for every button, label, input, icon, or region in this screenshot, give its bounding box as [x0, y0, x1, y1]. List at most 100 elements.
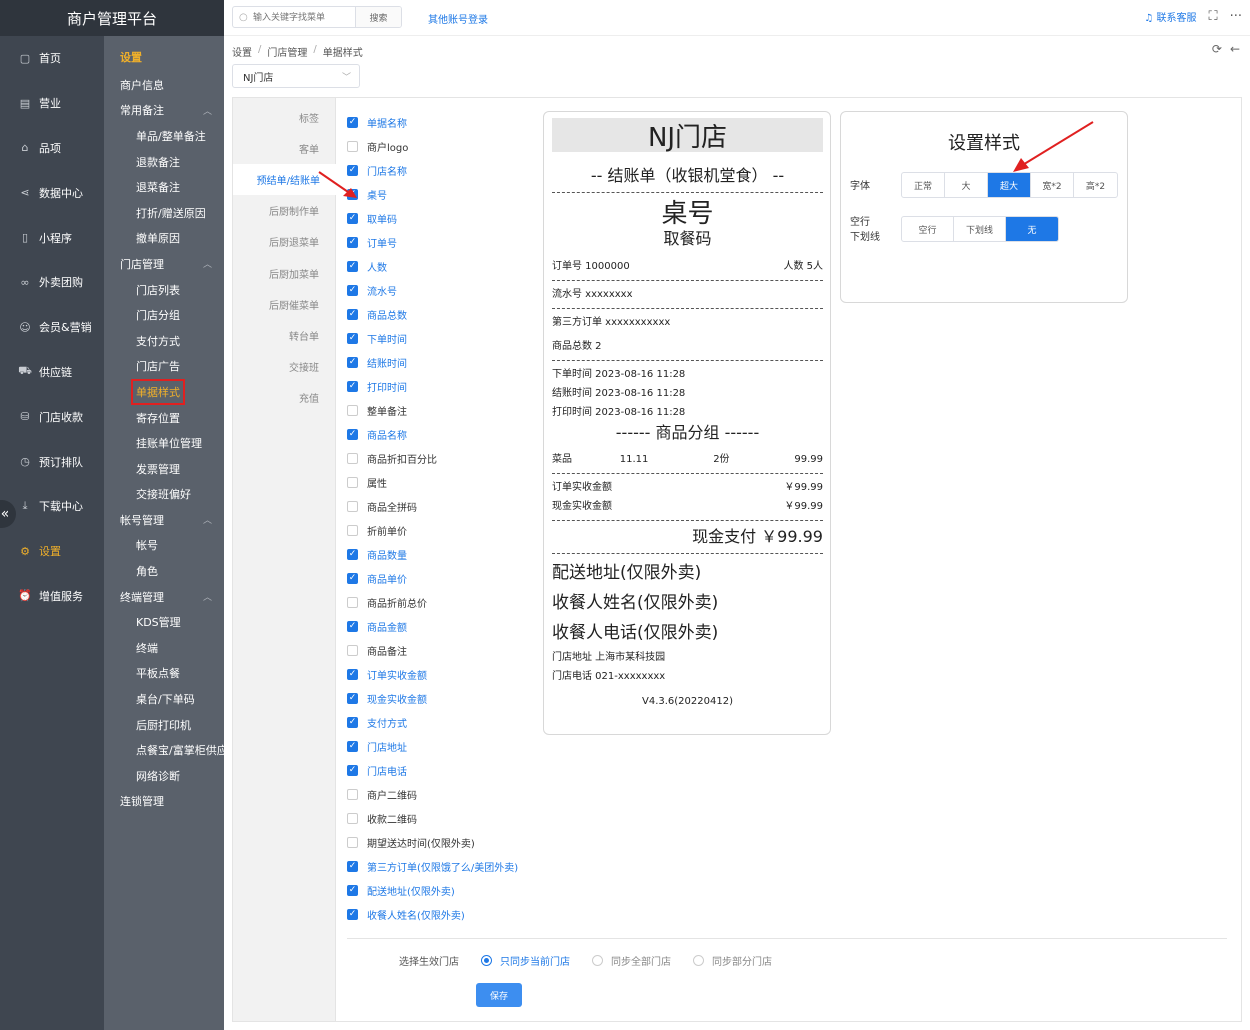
subnav-item-3[interactable]: 单品/整单备注 [104, 123, 224, 149]
style-settings-font-options-1[interactable]: 正常 [902, 173, 945, 197]
subnav-item-29[interactable]: 连锁管理 [104, 789, 224, 815]
field-checkbox-26[interactable]: ✓ 支付方式 [347, 710, 547, 734]
subnav-item-15[interactable]: 挂账单位管理 [104, 430, 224, 456]
subnav-item-19[interactable]: 帐号 [104, 533, 224, 559]
field-checkbox-24[interactable]: ✓ 订单实收金额 [347, 662, 547, 686]
nav-item-6[interactable]: ∞ 外卖团购 [0, 260, 104, 305]
refresh-icon[interactable]: ⟳ [1212, 42, 1222, 56]
nav-item-1[interactable]: ▢ 首页 [0, 36, 104, 81]
nav-item-7[interactable]: ☺ 会员&营销 [0, 305, 104, 350]
field-checkbox-21[interactable]: 商品折前总价 [347, 590, 547, 614]
nav-item-12[interactable]: ⚙ 设置 [0, 529, 104, 574]
field-checkbox-6[interactable]: ✓ 订单号 [347, 230, 547, 254]
style-settings-font-options-5[interactable]: 高*2 [1074, 173, 1117, 197]
subnav-item-11[interactable]: 支付方式 [104, 328, 224, 354]
nav-item-9[interactable]: ⛁ 门店收款 [0, 394, 104, 439]
field-checkbox-31[interactable]: 期望送达时间(仅限外卖) [347, 830, 547, 854]
subnav-item-8[interactable]: 门店管理 ︿ [104, 251, 224, 277]
sync-option-1[interactable]: 只同步当前门店 [481, 953, 570, 968]
field-checkbox-17[interactable]: 商品全拼码 [347, 494, 547, 518]
subnav-item-22[interactable]: KDS管理 [104, 609, 224, 635]
more-icon[interactable]: ··· [1230, 9, 1242, 24]
ticket-tab-7[interactable]: 后厨催菜单 [233, 289, 335, 320]
field-checkbox-23[interactable]: 商品备注 [347, 638, 547, 662]
field-checkbox-11[interactable]: ✓ 结账时间 [347, 350, 547, 374]
nav-item-5[interactable]: ▯ 小程序 [0, 215, 104, 260]
store-select[interactable]: NJ门店 ﹀ [232, 64, 360, 88]
nav-item-4[interactable]: ⋖ 数据中心 [0, 170, 104, 215]
subnav-item-20[interactable]: 角色 [104, 558, 224, 584]
nav-item-10[interactable]: ◷ 预订排队 [0, 439, 104, 484]
nav-item-2[interactable]: ▤ 营业 [0, 81, 104, 126]
field-checkbox-30[interactable]: 收款二维码 [347, 806, 547, 830]
ticket-tab-1[interactable]: 标签 [233, 102, 335, 133]
subnav-item-1[interactable]: 商户信息 [104, 72, 224, 98]
search-button[interactable]: 搜索 [355, 7, 401, 27]
ticket-tab-6[interactable]: 后厨加菜单 [233, 257, 335, 288]
save-button[interactable]: 保存 [476, 983, 522, 1007]
other-account-login-link[interactable]: 其他账号登录 [428, 11, 488, 26]
field-checkbox-14[interactable]: ✓ 商品名称 [347, 422, 547, 446]
fullscreen-icon[interactable]: ⛶ [1208, 9, 1217, 24]
ticket-tab-8[interactable]: 转台单 [233, 320, 335, 351]
style-settings-font-options-2[interactable]: 大 [945, 173, 988, 197]
field-checkbox-32[interactable]: ✓ 第三方订单(仅限饿了么/美团外卖) [347, 854, 547, 878]
subnav-item-18[interactable]: 帐号管理 ︿ [104, 507, 224, 533]
subnav-item-9[interactable]: 门店列表 [104, 277, 224, 303]
nav-item-3[interactable]: ⌂ 品项 [0, 126, 104, 171]
sync-option-2[interactable]: 同步全部门店 [592, 953, 671, 968]
field-checkbox-28[interactable]: ✓ 门店电话 [347, 758, 547, 782]
sync-option-3[interactable]: 同步部分门店 [693, 953, 772, 968]
subnav-item-23[interactable]: 终端 [104, 635, 224, 661]
field-checkbox-34[interactable]: ✓ 收餐人姓名(仅限外卖) [347, 902, 547, 926]
contact-service-link[interactable]: ♫ 联系客服 [1144, 9, 1196, 24]
field-checkbox-3[interactable]: ✓ 门店名称 [347, 158, 547, 182]
field-checkbox-1[interactable]: ✓ 单据名称 [347, 110, 547, 134]
field-checkbox-29[interactable]: 商户二维码 [347, 782, 547, 806]
search-input[interactable] [253, 12, 355, 22]
subnav-item-27[interactable]: 点餐宝/富掌柜供应 [104, 737, 224, 763]
field-checkbox-20[interactable]: ✓ 商品单价 [347, 566, 547, 590]
ticket-tab-9[interactable]: 交接班 [233, 351, 335, 382]
subnav-item-21[interactable]: 终端管理 ︿ [104, 584, 224, 610]
style-settings-blank-options-3[interactable]: 无 [1006, 217, 1058, 241]
nav-item-13[interactable]: ⏰ 增值服务 [0, 574, 104, 619]
subnav-item-13[interactable]: 单据样式 [104, 378, 224, 405]
subnav-item-28[interactable]: 网络诊断 [104, 763, 224, 789]
ticket-tab-3[interactable]: 预结单/结账单 [233, 164, 336, 196]
field-checkbox-7[interactable]: ✓ 人数 [347, 254, 547, 278]
field-checkbox-16[interactable]: 属性 [347, 470, 547, 494]
back-arrow-icon[interactable]: ← [1230, 42, 1240, 56]
subnav-item-26[interactable]: 后厨打印机 [104, 712, 224, 738]
field-checkbox-15[interactable]: 商品折扣百分比 [347, 446, 547, 470]
field-checkbox-2[interactable]: 商户logo [347, 134, 547, 158]
field-checkbox-22[interactable]: ✓ 商品金额 [347, 614, 547, 638]
field-checkbox-10[interactable]: ✓ 下单时间 [347, 326, 547, 350]
field-checkbox-25[interactable]: ✓ 现金实收金额 [347, 686, 547, 710]
subnav-item-6[interactable]: 打折/赠送原因 [104, 200, 224, 226]
ticket-tab-10[interactable]: 充值 [233, 382, 335, 413]
subnav-item-2[interactable]: 常用备注 ︿ [104, 98, 224, 124]
subnav-item-25[interactable]: 桌台/下单码 [104, 686, 224, 712]
field-checkbox-4[interactable]: ✓ 桌号 [347, 182, 547, 206]
subnav-item-12[interactable]: 门店广告 [104, 354, 224, 380]
field-checkbox-13[interactable]: 整单备注 [347, 398, 547, 422]
field-checkbox-5[interactable]: ✓ 取单码 [347, 206, 547, 230]
ticket-tab-2[interactable]: 客单 [233, 133, 335, 164]
field-checkbox-33[interactable]: ✓ 配送地址(仅限外卖) [347, 878, 547, 902]
ticket-tab-4[interactable]: 后厨制作单 [233, 195, 335, 226]
nav-item-8[interactable]: ⛟ 供应链 [0, 350, 104, 395]
field-checkbox-8[interactable]: ✓ 流水号 [347, 278, 547, 302]
subnav-item-14[interactable]: 寄存位置 [104, 405, 224, 431]
field-checkbox-27[interactable]: ✓ 门店地址 [347, 734, 547, 758]
subnav-item-5[interactable]: 退菜备注 [104, 174, 224, 200]
style-settings-font-options-3[interactable]: 超大 [988, 173, 1031, 197]
field-checkbox-9[interactable]: ✓ 商品总数 [347, 302, 547, 326]
style-settings-blank-options-1[interactable]: 空行 [902, 217, 954, 241]
nav-item-11[interactable]: ⤓ 下载中心 [0, 484, 104, 529]
style-settings-font-options-4[interactable]: 宽*2 [1031, 173, 1074, 197]
subnav-item-10[interactable]: 门店分组 [104, 302, 224, 328]
subnav-item-4[interactable]: 退款备注 [104, 149, 224, 175]
subnav-item-24[interactable]: 平板点餐 [104, 661, 224, 687]
ticket-tab-5[interactable]: 后厨退菜单 [233, 226, 335, 257]
